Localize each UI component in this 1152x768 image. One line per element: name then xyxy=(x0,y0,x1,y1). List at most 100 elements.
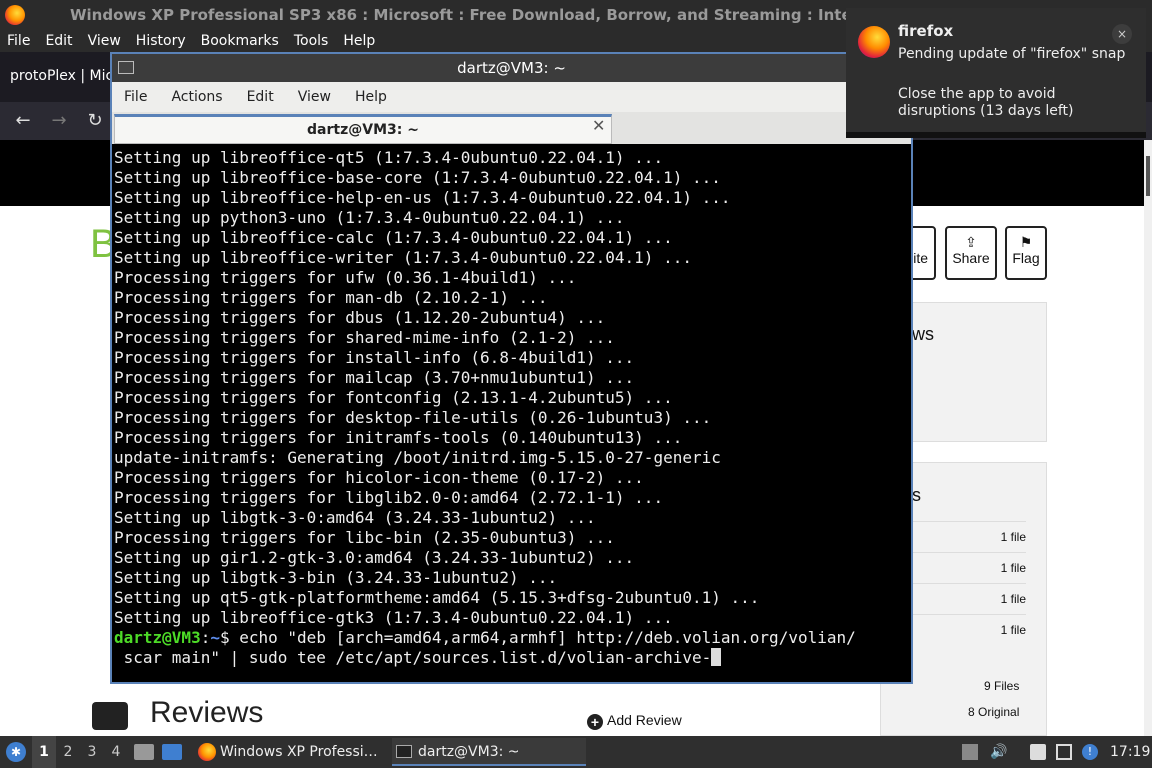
file-count: 1 file xyxy=(1000,623,1026,637)
eject-icon[interactable] xyxy=(962,744,978,760)
prompt-user: dartz@VM3 xyxy=(114,628,201,647)
terminal-line: Processing triggers for install-info (6.… xyxy=(114,348,635,367)
snap-update-notification[interactable]: firefox Pending update of "firefox" snap… xyxy=(846,8,1146,138)
terminal-line: Processing triggers for ufw (0.36.1-4bui… xyxy=(114,268,577,287)
notification-summary: Pending update of "firefox" snap xyxy=(898,46,1126,62)
text-cursor xyxy=(711,648,722,666)
reload-icon[interactable]: ↻ xyxy=(82,108,108,134)
taskbar-firefox-task[interactable]: Windows XP Professi… xyxy=(194,738,386,766)
plus-icon: + xyxy=(587,714,603,730)
terminal-line: Processing triggers for man-db (2.10.2-1… xyxy=(114,288,548,307)
terminal-command-continuation: scar main" | sudo tee /etc/apt/sources.l… xyxy=(114,648,911,668)
share-button[interactable]: ⇪ Share xyxy=(945,226,997,280)
workspace-2[interactable]: 2 xyxy=(56,736,80,768)
terminal-line: Processing triggers for fontconfig (2.13… xyxy=(114,388,673,407)
term-menu-edit[interactable]: Edit xyxy=(235,82,286,112)
terminal-tabbar: dartz@VM3: ~ ✕ xyxy=(112,112,911,144)
add-review-button[interactable]: + Add Review xyxy=(587,712,682,730)
taskbar-terminal-label: dartz@VM3: ~ xyxy=(418,744,520,760)
reviews-title: Reviews xyxy=(150,696,264,729)
file-row[interactable]: 1 file xyxy=(910,521,1026,552)
terminal-output[interactable]: Setting up libreoffice-qt5 (1:7.3.4-0ubu… xyxy=(112,144,911,682)
terminal-line: Setting up qt5-gtk-platformtheme:amd64 (… xyxy=(114,588,760,607)
terminal-tab-title: dartz@VM3: ~ xyxy=(307,122,419,138)
menu-file[interactable]: File xyxy=(0,30,38,52)
network-icon[interactable] xyxy=(1056,744,1072,760)
term-menu-actions[interactable]: Actions xyxy=(159,82,234,112)
terminal-icon xyxy=(396,745,412,758)
terminal-line: Setting up libreoffice-writer (1:7.3.4-0… xyxy=(114,248,692,267)
menu-tools[interactable]: Tools xyxy=(287,30,337,52)
file-count: 1 file xyxy=(1000,530,1026,544)
firefox-icon xyxy=(198,743,216,761)
terminal-line: Setting up libgtk-3-bin (3.24.33-1ubuntu… xyxy=(114,568,558,587)
file-row[interactable]: 1 file xyxy=(910,614,1026,645)
taskbar: ✱ 1 2 3 4 Windows XP Professi… dartz@VM3… xyxy=(0,736,1152,768)
terminal-line: update-initramfs: Generating /boot/initr… xyxy=(114,448,721,467)
workspace-1[interactable]: 1 xyxy=(32,736,56,768)
terminal-line: Setting up libreoffice-base-core (1:7.3.… xyxy=(114,168,721,187)
clipboard-icon[interactable] xyxy=(1030,744,1046,760)
start-menu-icon[interactable]: ✱ xyxy=(6,742,26,762)
terminal-line: Processing triggers for shared-mime-info… xyxy=(114,328,615,347)
terminal-line: Setting up libreoffice-help-en-us (1:7.3… xyxy=(114,188,731,207)
prompt-path: ~ xyxy=(210,628,220,647)
terminal-menubar: File Actions Edit View Help xyxy=(112,82,911,112)
terminal-line: Processing triggers for initramfs-tools … xyxy=(114,428,683,447)
share-icon: ⇪ xyxy=(965,234,977,250)
side-reviews-heading: ws xyxy=(912,324,934,344)
term-menu-view[interactable]: View xyxy=(286,82,343,112)
back-arrow-icon[interactable]: ← xyxy=(10,108,36,134)
terminal-prompt-line: dartz@VM3:~$ echo "deb [arch=amd64,arm64… xyxy=(114,628,911,648)
files-total[interactable]: 9 Files xyxy=(984,679,1019,693)
flag-label: Flag xyxy=(1012,250,1040,266)
terminal-tab[interactable]: dartz@VM3: ~ xyxy=(114,114,612,144)
terminal-titlebar[interactable]: dartz@VM3: ~ xyxy=(112,54,911,82)
workspace-4[interactable]: 4 xyxy=(104,736,128,768)
terminal-line: Processing triggers for libc-bin (2.35-0… xyxy=(114,528,615,547)
file-manager-icon[interactable] xyxy=(134,744,154,760)
terminal-window: dartz@VM3: ~ File Actions Edit View Help dar… xyxy=(110,52,913,684)
page-scrollbar-thumb[interactable] xyxy=(1146,156,1150,196)
flag-icon: ⚑ xyxy=(1019,234,1033,250)
terminal-line: Processing triggers for libglib2.0-0:amd… xyxy=(114,488,664,507)
forward-arrow-icon[interactable]: → xyxy=(46,108,72,134)
firefox-window-title: Windows XP Professional SP3 x86 : Micros… xyxy=(70,6,956,24)
menu-history[interactable]: History xyxy=(129,30,194,52)
terminal-line: Setting up libgtk-3-0:amd64 (3.24.33-1ub… xyxy=(114,508,596,527)
taskbar-terminal-task[interactable]: dartz@VM3: ~ xyxy=(392,738,586,766)
term-menu-file[interactable]: File xyxy=(112,82,159,112)
page-scrollbar[interactable] xyxy=(1144,140,1152,736)
command-text-continued: scar main" | sudo tee /etc/apt/sources.l… xyxy=(114,648,712,667)
terminal-line: Processing triggers for mailcap (3.70+nm… xyxy=(114,368,635,387)
notification-body: Close the app to avoid disruptions (13 d… xyxy=(898,86,1074,119)
file-row[interactable]: 1 file xyxy=(910,583,1026,614)
term-menu-help[interactable]: Help xyxy=(343,82,399,112)
volume-icon[interactable]: 🔊 xyxy=(990,744,1007,760)
show-desktop-icon[interactable] xyxy=(162,744,182,760)
add-review-label: Add Review xyxy=(607,712,682,728)
clock[interactable]: 17:19 xyxy=(1110,736,1150,768)
prompt-dollar: $ xyxy=(219,628,240,647)
flag-button[interactable]: ⚑ Flag xyxy=(1005,226,1047,280)
notification-app-name: firefox xyxy=(898,22,954,40)
original-total[interactable]: 8 Original xyxy=(968,705,1019,719)
menu-edit[interactable]: Edit xyxy=(38,30,80,52)
menu-bookmarks[interactable]: Bookmarks xyxy=(194,30,287,52)
menu-help[interactable]: Help xyxy=(336,30,383,52)
terminal-line: Setting up libreoffice-gtk3 (1:7.3.4-0ub… xyxy=(114,608,673,627)
firefox-tab[interactable]: protoPlex | Mic xyxy=(10,68,113,84)
firefox-logo-icon xyxy=(5,5,25,25)
info-icon[interactable]: ! xyxy=(1082,744,1098,760)
terminal-line: Processing triggers for dbus (1.12.20-2u… xyxy=(114,308,606,327)
prompt-separator: : xyxy=(200,628,211,647)
terminal-line: Processing triggers for hicolor-icon-the… xyxy=(114,468,644,487)
close-icon[interactable]: × xyxy=(1112,24,1132,44)
menu-view[interactable]: View xyxy=(81,30,129,52)
terminal-line: Processing triggers for desktop-file-uti… xyxy=(114,408,712,427)
share-label: Share xyxy=(952,250,990,266)
file-row[interactable]: 1 file xyxy=(910,552,1026,583)
workspace-3[interactable]: 3 xyxy=(80,736,104,768)
terminal-app-icon xyxy=(118,61,134,74)
close-tab-icon[interactable]: ✕ xyxy=(592,116,605,135)
